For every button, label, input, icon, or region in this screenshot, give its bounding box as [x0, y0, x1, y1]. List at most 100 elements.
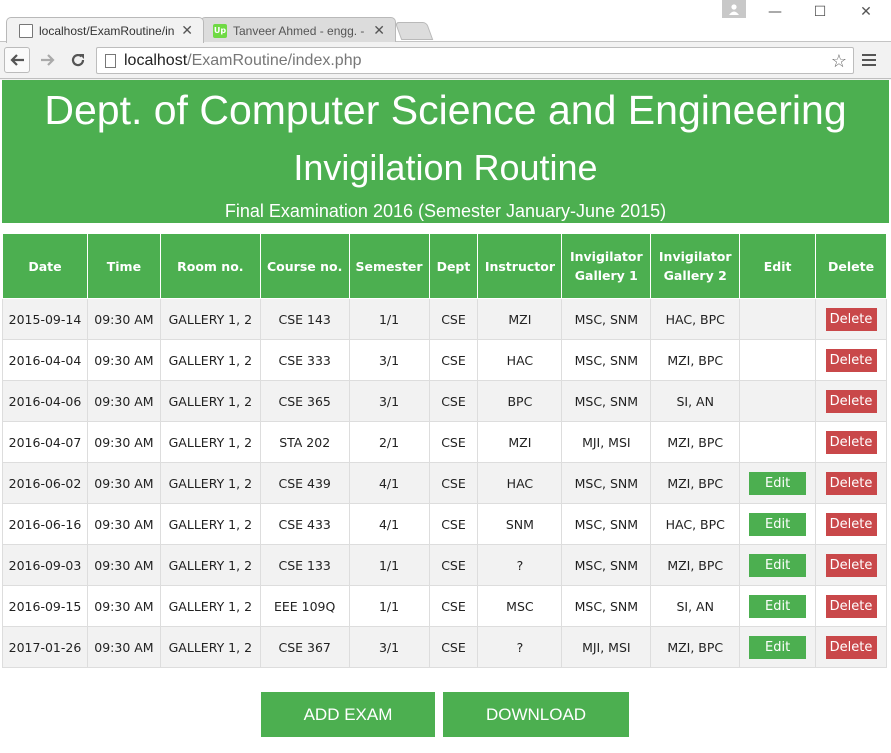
invigilator-2-cell: MZI, BPC	[650, 462, 741, 504]
table-row: 2016-06-02 09:30 AM GALLERY 1, 2 CSE 439 4/1…	[2, 462, 887, 504]
dept-cell: CSE	[428, 380, 479, 422]
invigilator-1-cell: MSC, SNM	[561, 585, 652, 627]
date-cell: 2016-04-07	[2, 421, 88, 463]
add-exam-button[interactable]: ADD EXAM	[261, 692, 435, 737]
action-bar: ADD EXAM DOWNLOAD	[2, 692, 889, 737]
close-icon[interactable]: ✕	[373, 22, 385, 39]
upwork-icon: Up	[213, 23, 227, 38]
date-cell: 2016-09-15	[2, 585, 88, 627]
page-content: Dept. of Computer Science and Engineerin…	[2, 80, 889, 753]
invigilator-2-cell: HAC, BPC	[650, 503, 741, 545]
time-cell: 09:30 AM	[86, 626, 161, 668]
delete-button[interactable]: Delete	[825, 307, 877, 331]
invigilator-1-cell: MSC, SNM	[561, 380, 652, 422]
delete-cell: Delete	[815, 585, 887, 627]
edit-cell: Edit	[739, 462, 817, 504]
date-cell: 2016-09-03	[2, 544, 88, 586]
time-cell: 09:30 AM	[86, 503, 161, 545]
dept-cell: CSE	[428, 626, 479, 668]
column-header: Invigilator Gallery 1	[561, 233, 652, 299]
invigilator-2-cell: MZI, BPC	[650, 626, 741, 668]
instructor-cell: ?	[477, 544, 563, 586]
edit-cell: Edit	[739, 626, 817, 668]
page-title: Invigilation Routine	[293, 147, 598, 188]
date-cell: 2016-04-06	[2, 380, 88, 422]
edit-cell	[739, 380, 817, 422]
delete-button[interactable]: Delete	[825, 430, 877, 454]
room-cell: GALLERY 1, 2	[159, 380, 261, 422]
dept-cell: CSE	[428, 339, 479, 381]
course-cell: CSE 143	[259, 298, 350, 340]
menu-icon[interactable]	[862, 52, 876, 68]
tab-exam-routine[interactable]: localhost/ExamRoutine/in ✕	[6, 17, 204, 43]
dept-cell: CSE	[428, 503, 479, 545]
delete-button[interactable]: Delete	[825, 512, 877, 536]
room-cell: GALLERY 1, 2	[159, 503, 261, 545]
reload-button[interactable]	[66, 48, 90, 72]
course-cell: CSE 333	[259, 339, 350, 381]
invigilator-1-cell: MSC, SNM	[561, 339, 652, 381]
browser-chrome: localhost/ExamRoutine/in ✕ Up Tanveer Ah…	[0, 0, 891, 80]
column-header: Course no.	[259, 233, 350, 299]
edit-button[interactable]: Edit	[749, 594, 807, 618]
page-icon	[19, 23, 33, 38]
browser-toolbar: localhost/ExamRoutine/index.php ☆	[0, 42, 891, 79]
instructor-cell: MSC	[477, 585, 563, 627]
date-cell: 2016-06-02	[2, 462, 88, 504]
address-bar[interactable]: localhost/ExamRoutine/index.php ☆	[96, 47, 854, 74]
instructor-cell: HAC	[477, 462, 563, 504]
column-header: Invigilator Gallery 2	[650, 233, 741, 299]
dept-heading: Dept. of Computer Science and Engineerin…	[44, 87, 847, 133]
user-icon[interactable]	[722, 0, 746, 18]
minimize-button[interactable]: —	[760, 2, 790, 22]
course-cell: CSE 133	[259, 544, 350, 586]
table-row: 2016-06-16 09:30 AM GALLERY 1, 2 CSE 433 4/1…	[2, 503, 887, 545]
tab-strip: localhost/ExamRoutine/in ✕ Up Tanveer Ah…	[0, 0, 891, 43]
edit-button[interactable]: Edit	[749, 635, 807, 659]
table-row: 2016-04-07 09:30 AM GALLERY 1, 2 STA 202 2/1…	[2, 421, 887, 463]
date-cell: 2016-06-16	[2, 503, 88, 545]
semester-cell: 4/1	[348, 503, 430, 545]
delete-button[interactable]: Delete	[825, 389, 877, 413]
course-cell: CSE 367	[259, 626, 350, 668]
edit-button[interactable]: Edit	[749, 471, 807, 495]
edit-cell: Edit	[739, 585, 817, 627]
close-icon[interactable]: ✕	[181, 22, 193, 39]
table-row: 2017-01-26 09:30 AM GALLERY 1, 2 CSE 367 3/1…	[2, 626, 887, 668]
invigilator-1-cell: MJI, MSI	[561, 421, 652, 463]
delete-button[interactable]: Delete	[825, 553, 877, 577]
column-header: Edit	[739, 233, 817, 299]
delete-button[interactable]: Delete	[825, 635, 877, 659]
close-window-button[interactable]: ✕	[851, 2, 881, 22]
edit-button[interactable]: Edit	[749, 553, 807, 577]
delete-cell: Delete	[815, 626, 887, 668]
room-cell: GALLERY 1, 2	[159, 462, 261, 504]
semester-cell: 1/1	[348, 585, 430, 627]
edit-button[interactable]: Edit	[749, 512, 807, 536]
column-header: Semester	[348, 233, 430, 299]
invigilator-1-cell: MSC, SNM	[561, 544, 652, 586]
download-button[interactable]: DOWNLOAD	[443, 692, 629, 737]
column-header: Date	[2, 233, 88, 299]
delete-button[interactable]: Delete	[825, 348, 877, 372]
invigilator-1-cell: MSC, SNM	[561, 462, 652, 504]
date-cell: 2016-04-04	[2, 339, 88, 381]
bookmark-star-icon[interactable]: ☆	[831, 51, 847, 72]
new-tab-button[interactable]	[394, 22, 434, 40]
edit-cell: Edit	[739, 503, 817, 545]
semester-cell: 2/1	[348, 421, 430, 463]
table-row: 2016-09-03 09:30 AM GALLERY 1, 2 CSE 133 1/1…	[2, 544, 887, 586]
delete-button[interactable]: Delete	[825, 594, 877, 618]
course-cell: CSE 433	[259, 503, 350, 545]
time-cell: 09:30 AM	[86, 421, 161, 463]
back-button[interactable]	[4, 47, 30, 73]
maximize-button[interactable]: ☐	[805, 2, 835, 22]
dept-cell: CSE	[428, 462, 479, 504]
tab-upwork[interactable]: Up Tanveer Ahmed - engg. - ✕	[200, 17, 396, 43]
date-cell: 2017-01-26	[2, 626, 88, 668]
course-cell: EEE 109Q	[259, 585, 350, 627]
table-header-row: Date Time Room no. Course no. Semester Dept In…	[2, 233, 887, 299]
forward-button[interactable]	[36, 48, 60, 72]
room-cell: GALLERY 1, 2	[159, 585, 261, 627]
delete-button[interactable]: Delete	[825, 471, 877, 495]
